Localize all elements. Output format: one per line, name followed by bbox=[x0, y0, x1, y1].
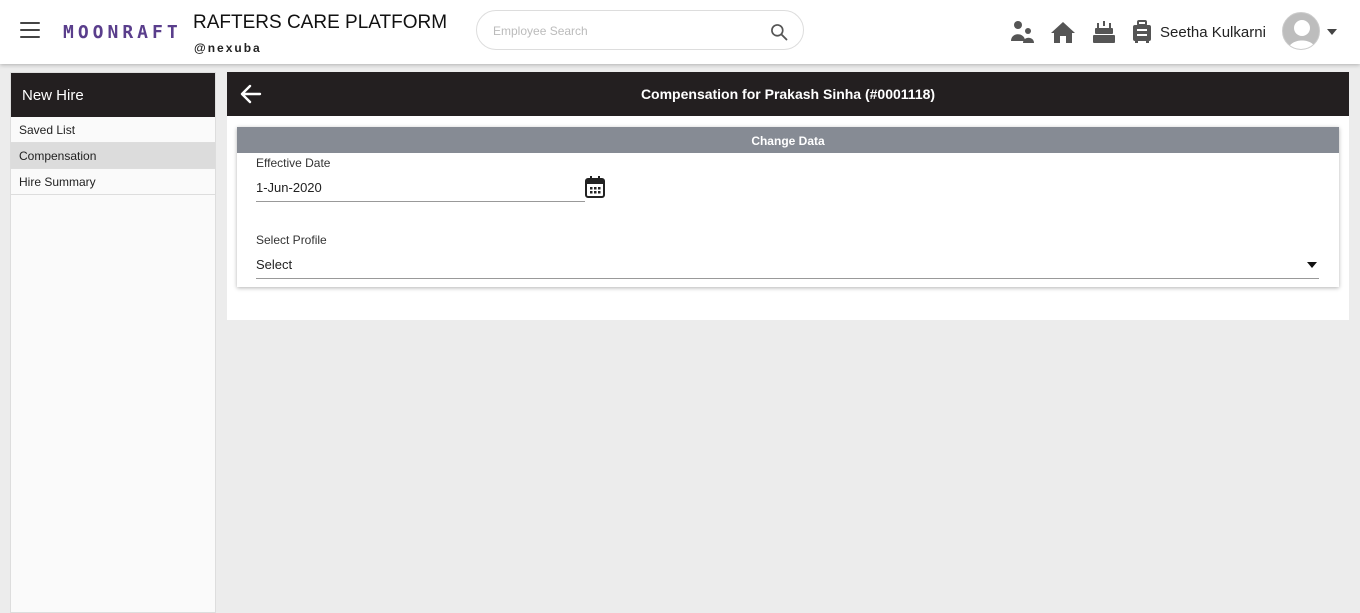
app-title: RAFTERS CARE PLATFORM bbox=[193, 12, 448, 33]
chevron-down-icon[interactable] bbox=[1327, 29, 1337, 35]
select-profile-dropdown[interactable]: Select bbox=[256, 257, 1319, 279]
sidebar-item-compensation[interactable]: Compensation bbox=[11, 143, 215, 169]
app-subtitle: @nexuba bbox=[194, 41, 262, 55]
select-profile-label: Select Profile bbox=[256, 233, 327, 247]
avatar[interactable] bbox=[1282, 12, 1320, 50]
main-panel: Compensation for Prakash Sinha (#0001118… bbox=[227, 72, 1349, 320]
sidebar-item-saved-list[interactable]: Saved List bbox=[11, 117, 215, 143]
chevron-down-icon[interactable] bbox=[1307, 262, 1317, 268]
sidebar-item-hire-summary[interactable]: Hire Summary bbox=[11, 169, 215, 195]
change-data-card: Change Data Effective Date 1-Jun-2020 Se… bbox=[237, 127, 1339, 287]
birthday-cake-icon[interactable] bbox=[1091, 19, 1117, 45]
calendar-icon[interactable] bbox=[584, 175, 606, 199]
page-title: Compensation for Prakash Sinha (#0001118… bbox=[640, 86, 936, 102]
card-title: Change Data bbox=[237, 127, 1339, 153]
effective-date-label: Effective Date bbox=[256, 156, 331, 170]
search-icon[interactable] bbox=[769, 22, 789, 42]
home-icon[interactable] bbox=[1050, 19, 1076, 45]
main-header: Compensation for Prakash Sinha (#0001118… bbox=[227, 72, 1349, 116]
user-name[interactable]: Seetha Kulkarni bbox=[1160, 24, 1266, 41]
effective-date-field[interactable]: 1-Jun-2020 bbox=[256, 180, 585, 202]
menu-icon[interactable] bbox=[20, 22, 40, 38]
family-icon[interactable] bbox=[1009, 19, 1035, 45]
top-bar: MOONRAFT RAFTERS CARE PLATFORM @nexuba S… bbox=[0, 0, 1360, 64]
sidebar-title: New Hire bbox=[11, 73, 215, 117]
brand-logo: MOONRAFT bbox=[63, 22, 182, 43]
search-input[interactable] bbox=[493, 20, 753, 42]
luggage-icon[interactable] bbox=[1129, 19, 1155, 45]
employee-search bbox=[476, 10, 804, 50]
sidebar: New Hire Saved List Compensation Hire Su… bbox=[10, 72, 216, 613]
